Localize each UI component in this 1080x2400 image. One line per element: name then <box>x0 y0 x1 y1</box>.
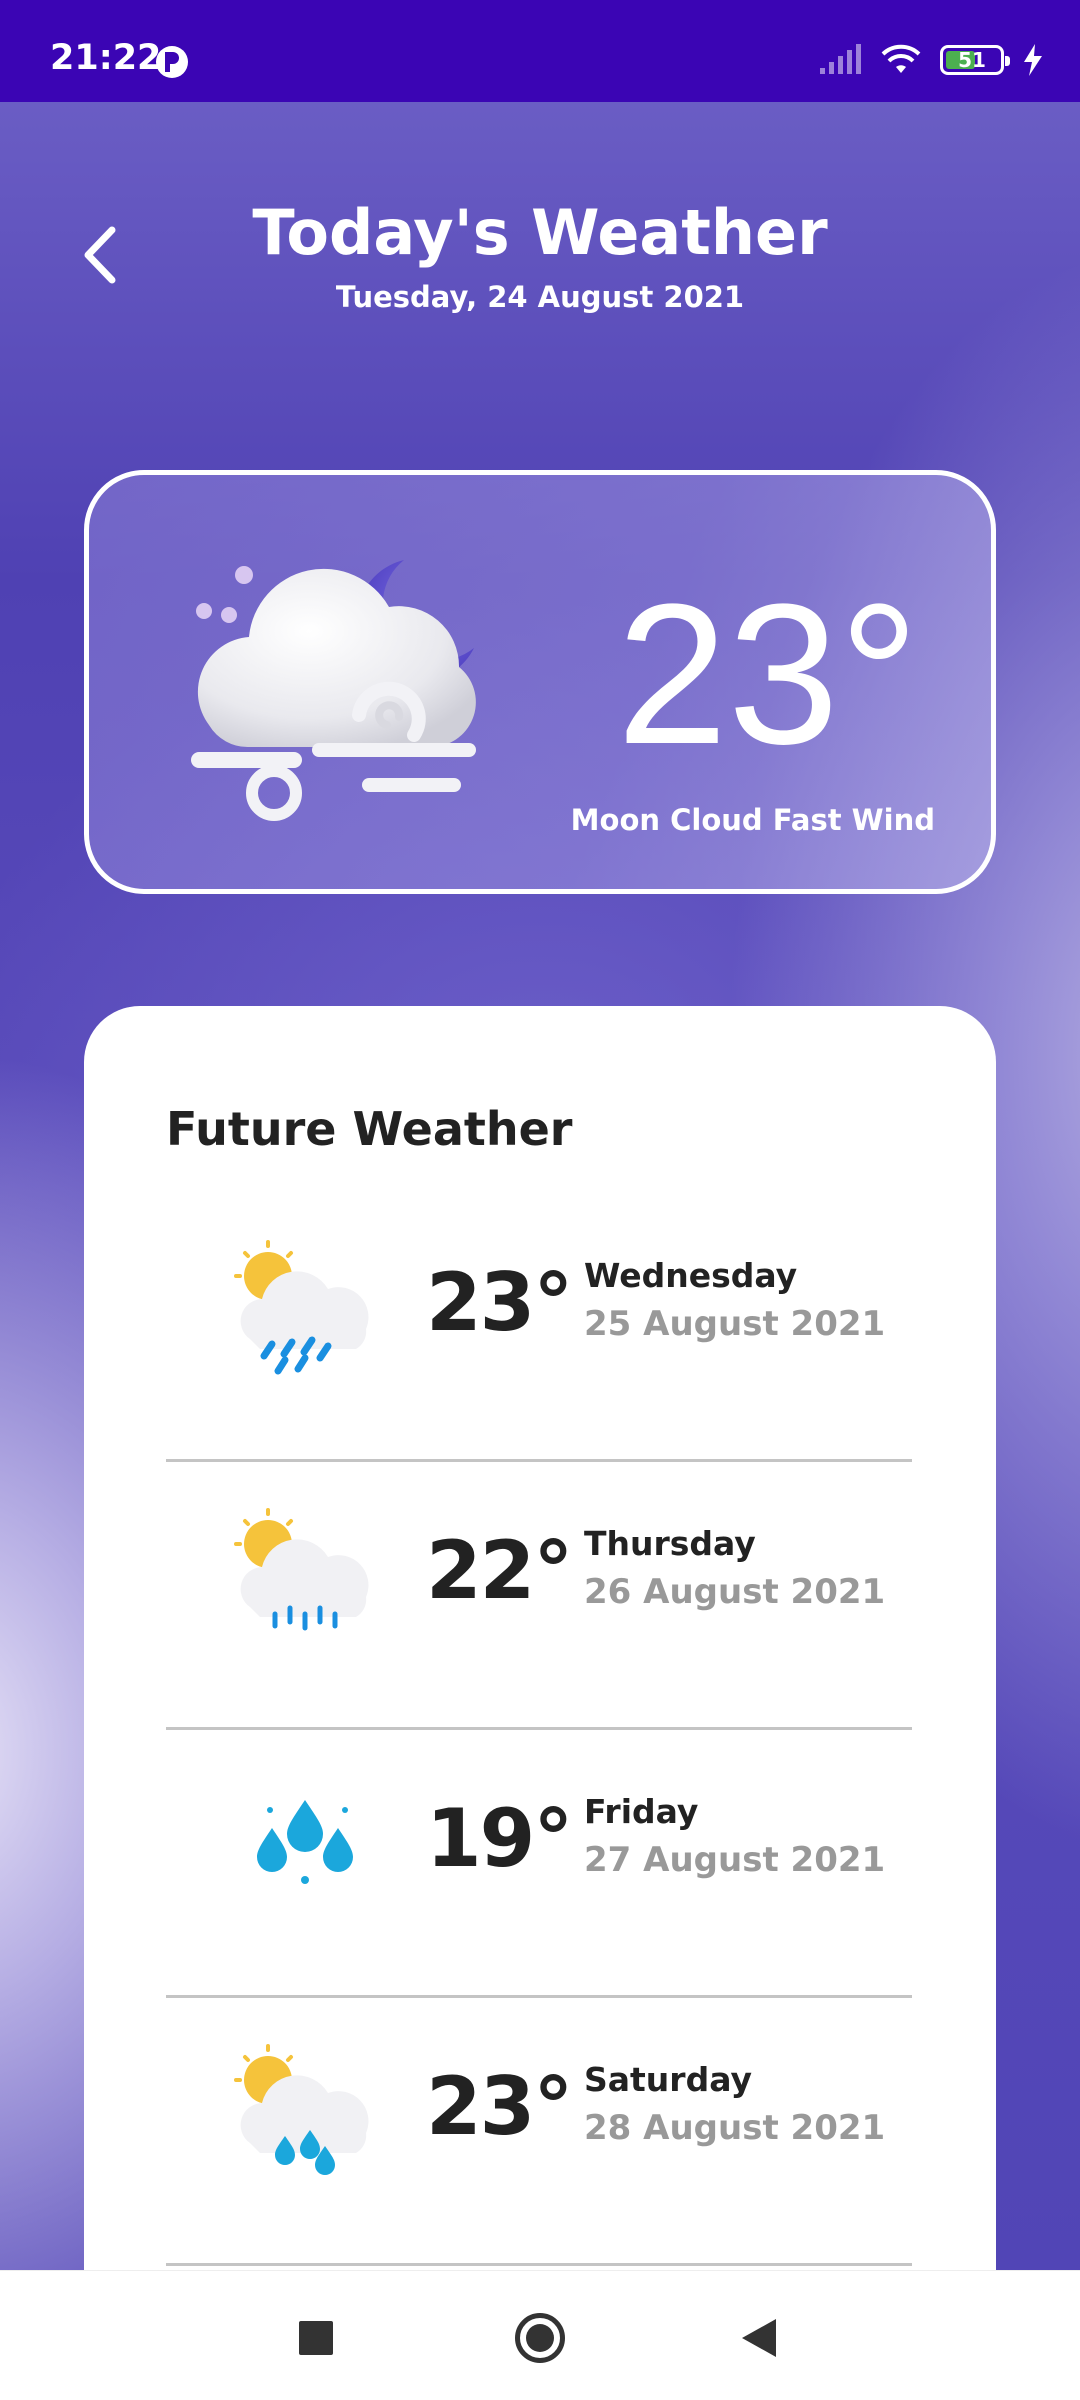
forecast-day: Friday <box>584 1792 699 1831</box>
future-weather-title: Future Weather <box>166 1102 573 1156</box>
current-condition: Moon Cloud Fast Wind <box>570 803 935 837</box>
current-weather-card: 23° Moon Cloud Fast Wind <box>84 470 996 894</box>
forecast-temperature: 22° <box>426 1524 573 1617</box>
sun-cloud-drops-icon <box>234 2044 369 2175</box>
home-circle-icon[interactable] <box>515 2313 565 2363</box>
battery-level: 51 <box>958 48 986 72</box>
raindrops-icon <box>257 1800 353 1884</box>
forecast-date: 25 August 2021 <box>584 1304 886 1344</box>
cellular-signal-icon <box>820 44 861 74</box>
forecast-row[interactable]: 19° Friday 27 August 2021 <box>166 1730 912 1998</box>
battery-icon: 51 <box>940 45 1010 75</box>
status-bar: 21:22 51 <box>0 0 1080 102</box>
forecast-temperature: 23° <box>426 1256 573 1349</box>
row-divider <box>166 2263 912 2266</box>
status-time: 21:22 <box>50 38 162 78</box>
forecast-date: 26 August 2021 <box>584 1572 886 1612</box>
page-date: Tuesday, 24 August 2021 <box>335 280 745 314</box>
current-temperature: 23° <box>616 563 919 786</box>
sun-cloud-drizzle-icon <box>234 1508 369 1631</box>
forecast-day: Wednesday <box>584 1256 798 1295</box>
forecast-row[interactable]: 23° Saturday 28 August 2021 <box>166 1998 912 2266</box>
future-weather-panel: Future Weather 23° Wednesday 25 August 2… <box>84 1006 996 2270</box>
back-triangle-icon[interactable] <box>742 2319 776 2357</box>
forecast-day: Saturday <box>584 2060 752 2099</box>
moon-cloud-wind-icon <box>191 560 476 821</box>
recents-square-icon[interactable] <box>299 2321 333 2355</box>
forecast-temperature: 19° <box>426 1792 573 1885</box>
system-nav-bar <box>0 2270 1080 2400</box>
forecast-row[interactable]: 22° Thursday 26 August 2021 <box>166 1462 912 1730</box>
charging-bolt-icon <box>1024 44 1042 76</box>
forecast-date: 28 August 2021 <box>584 2108 886 2148</box>
forecast-day: Thursday <box>584 1524 756 1563</box>
status-icons: 51 <box>818 40 1044 80</box>
page-title: Today's Weather <box>252 196 828 269</box>
forecast-temperature: 23° <box>426 2060 573 2153</box>
sun-cloud-rain-icon <box>234 1240 369 1375</box>
app-notification-icon <box>156 46 188 78</box>
forecast-date: 27 August 2021 <box>584 1840 886 1880</box>
forecast-row[interactable]: 23° Wednesday 25 August 2021 <box>166 1194 912 1462</box>
wifi-icon <box>881 44 921 73</box>
